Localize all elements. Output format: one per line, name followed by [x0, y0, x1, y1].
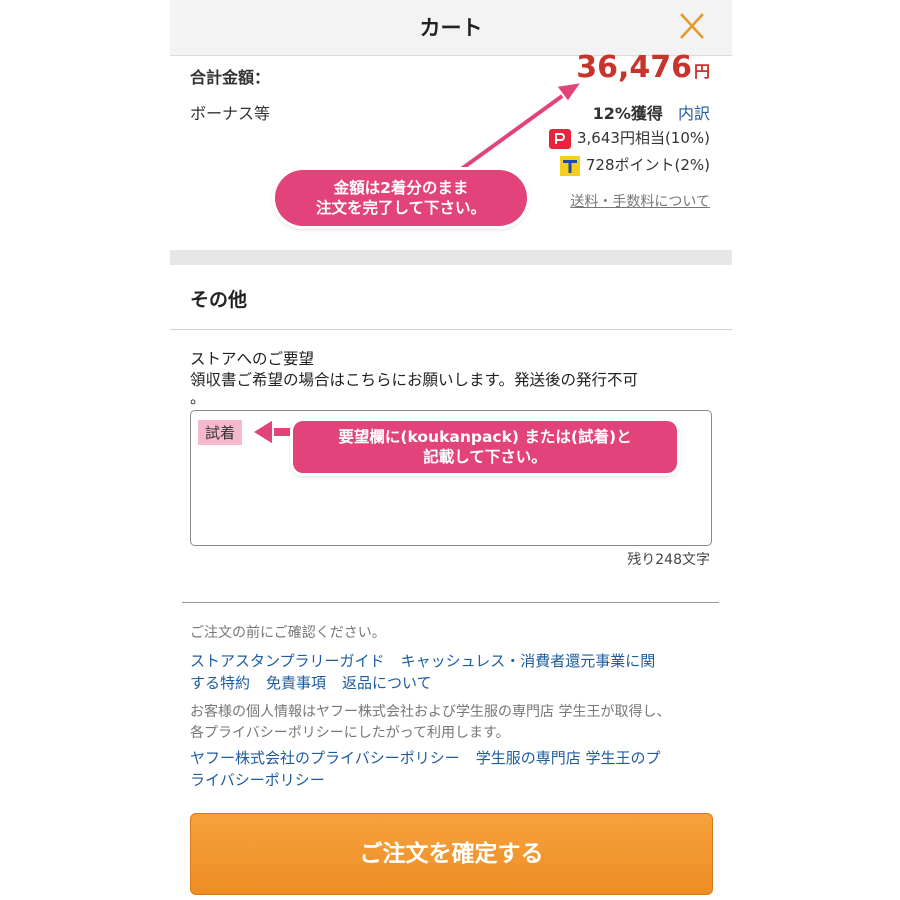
annotation-text: 要望欄に(koukanpack) または(試着)と [338, 428, 632, 446]
cart-screen: カート 合計金額： 36,476 円 ボーナス等 12%獲得 内訳 3,643円相… [170, 0, 732, 900]
annotation-text: 注文を完了して下さい。 [315, 199, 487, 217]
annotation-text: 金額は2着分のまま [333, 179, 469, 197]
annotation-text: 記載して下さい。 [423, 448, 547, 466]
request-annotation: 要望欄に(koukanpack) または(試着)と 記載して下さい。 [293, 421, 677, 473]
amount-annotation: 金額は2着分のまま 注文を完了して下さい。 [275, 170, 527, 226]
arrow-head-left [250, 417, 274, 447]
